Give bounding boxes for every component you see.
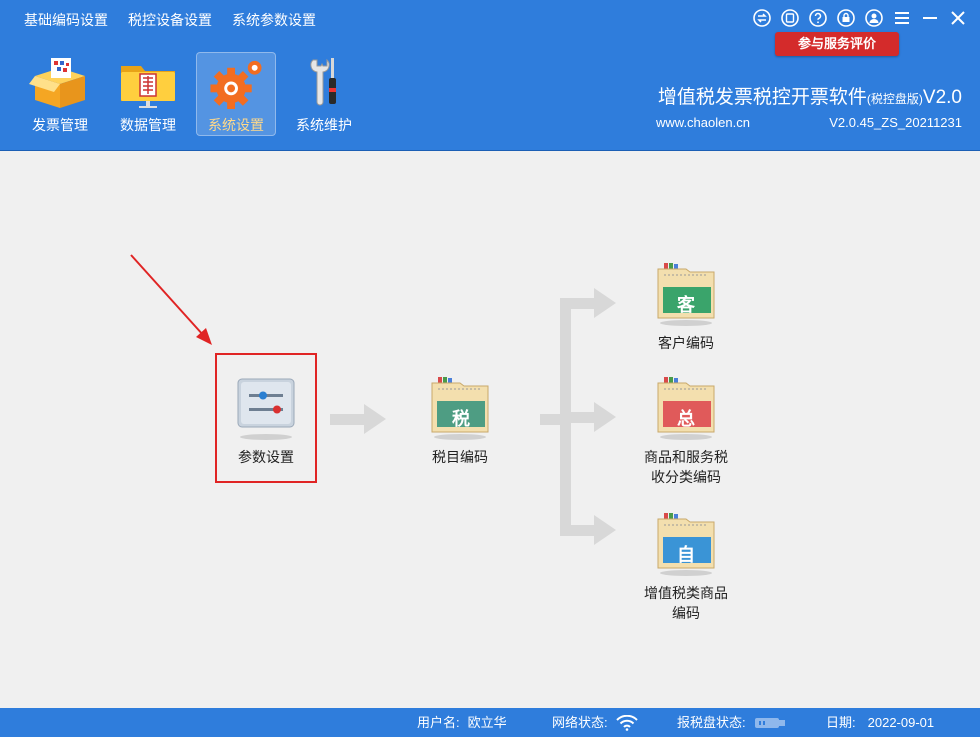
flow-branch-top: [560, 298, 596, 309]
book-tab-char: 总: [677, 409, 695, 429]
status-date: 日期: 2022-09-01: [826, 708, 934, 737]
toolbar-data-management[interactable]: 数据管理: [108, 52, 188, 136]
status-bar: 用户名: 欧立华 网络状态: 报税盘状态: 日期: 2022-09-01: [0, 708, 980, 737]
node-label: 客户编码: [658, 335, 714, 351]
status-tax-disk: 报税盘状态:: [677, 708, 786, 737]
flow-branch-bottom: [560, 525, 596, 536]
book-tab-char: 自: [677, 545, 695, 565]
node-param-settings[interactable]: 参数设置: [225, 375, 307, 467]
app-title: 增值税发票税控开票软件(税控盘版)V2.0: [657, 87, 962, 108]
gear-settings-icon: [210, 60, 262, 110]
close-icon[interactable]: [948, 8, 968, 28]
node-tax-item-coding[interactable]: 税 税目编码: [419, 375, 501, 467]
user-icon[interactable]: [864, 8, 884, 28]
brand-info: 增值税发票税控开票软件(税控盘版)V2.0 www.chaolen.cn V2.…: [656, 82, 962, 130]
minimize-icon[interactable]: [920, 8, 940, 28]
flow-arrow-head: [364, 404, 386, 434]
flow-branch-mid: [566, 412, 596, 423]
slider-settings-icon: [237, 378, 295, 440]
menu-tax-device[interactable]: 税控设备设置: [108, 0, 212, 40]
help-icon[interactable]: [808, 8, 828, 28]
flow-arrow-shaft: [330, 414, 364, 425]
switch-icon[interactable]: [752, 8, 772, 28]
annotation-arrow-line: [130, 254, 205, 337]
wifi-icon: [615, 714, 638, 731]
toolbar-system-maintenance[interactable]: 系统维护: [284, 52, 364, 136]
node-label: 增值税类商品 编码: [644, 585, 728, 621]
node-goods-tax-classification[interactable]: 总 商品和服务税 收分类编码: [630, 375, 742, 487]
status-user: 用户名: 欧立华: [417, 708, 507, 737]
date-value: 2022-09-01: [867, 715, 935, 730]
toolbar-label: 数据管理: [120, 117, 176, 133]
menu-icon[interactable]: [892, 8, 912, 28]
maintenance-tools-icon: [310, 58, 336, 106]
flow-arrow-head: [594, 288, 616, 318]
tax-disk-icon: [754, 717, 785, 728]
status-network: 网络状态:: [552, 708, 638, 737]
toolbar-label: 系统设置: [208, 117, 264, 133]
service-icon[interactable]: [780, 8, 800, 28]
toolbar-system-settings[interactable]: 系统设置: [196, 52, 276, 136]
website-url: www.chaolen.cn: [656, 115, 750, 130]
node-vat-goods-coding[interactable]: 自 增值税类商品 编码: [630, 511, 742, 623]
user-name: 欧立华: [467, 715, 507, 730]
node-label: 商品和服务税 收分类编码: [644, 449, 728, 485]
book-tab-char: 客: [677, 295, 695, 315]
node-label: 税目编码: [432, 449, 488, 465]
node-customer-coding[interactable]: 客 客户编码: [641, 261, 731, 353]
window-controls: [752, 8, 968, 28]
book-tab-char: 税: [452, 409, 470, 429]
lock-icon[interactable]: [836, 8, 856, 28]
main-toolbar: 发票管理 数据管理 系统设置 系统维护: [20, 52, 364, 136]
service-evaluation-button[interactable]: 参与服务评价: [775, 32, 899, 56]
toolbar-invoice-management[interactable]: 发票管理: [20, 52, 100, 136]
data-folder-icon: [121, 66, 175, 108]
flow-arrow-head: [594, 515, 616, 545]
toolbar-label: 系统维护: [296, 117, 352, 133]
node-label: 参数设置: [238, 449, 294, 465]
menubar: 基础编码设置 税控设备设置 系统参数设置: [0, 0, 316, 40]
flow-arrow-head: [594, 402, 616, 432]
invoice-box-icon: [29, 58, 85, 108]
build-version: V2.0.45_ZS_20211231: [829, 115, 962, 130]
menu-system-params[interactable]: 系统参数设置: [212, 0, 316, 40]
toolbar-label: 发票管理: [32, 117, 88, 133]
menu-basic-coding[interactable]: 基础编码设置: [0, 0, 108, 40]
header: 基础编码设置 税控设备设置 系统参数设置 参与服务评价 发票管理 数据管理 系统…: [0, 0, 980, 151]
